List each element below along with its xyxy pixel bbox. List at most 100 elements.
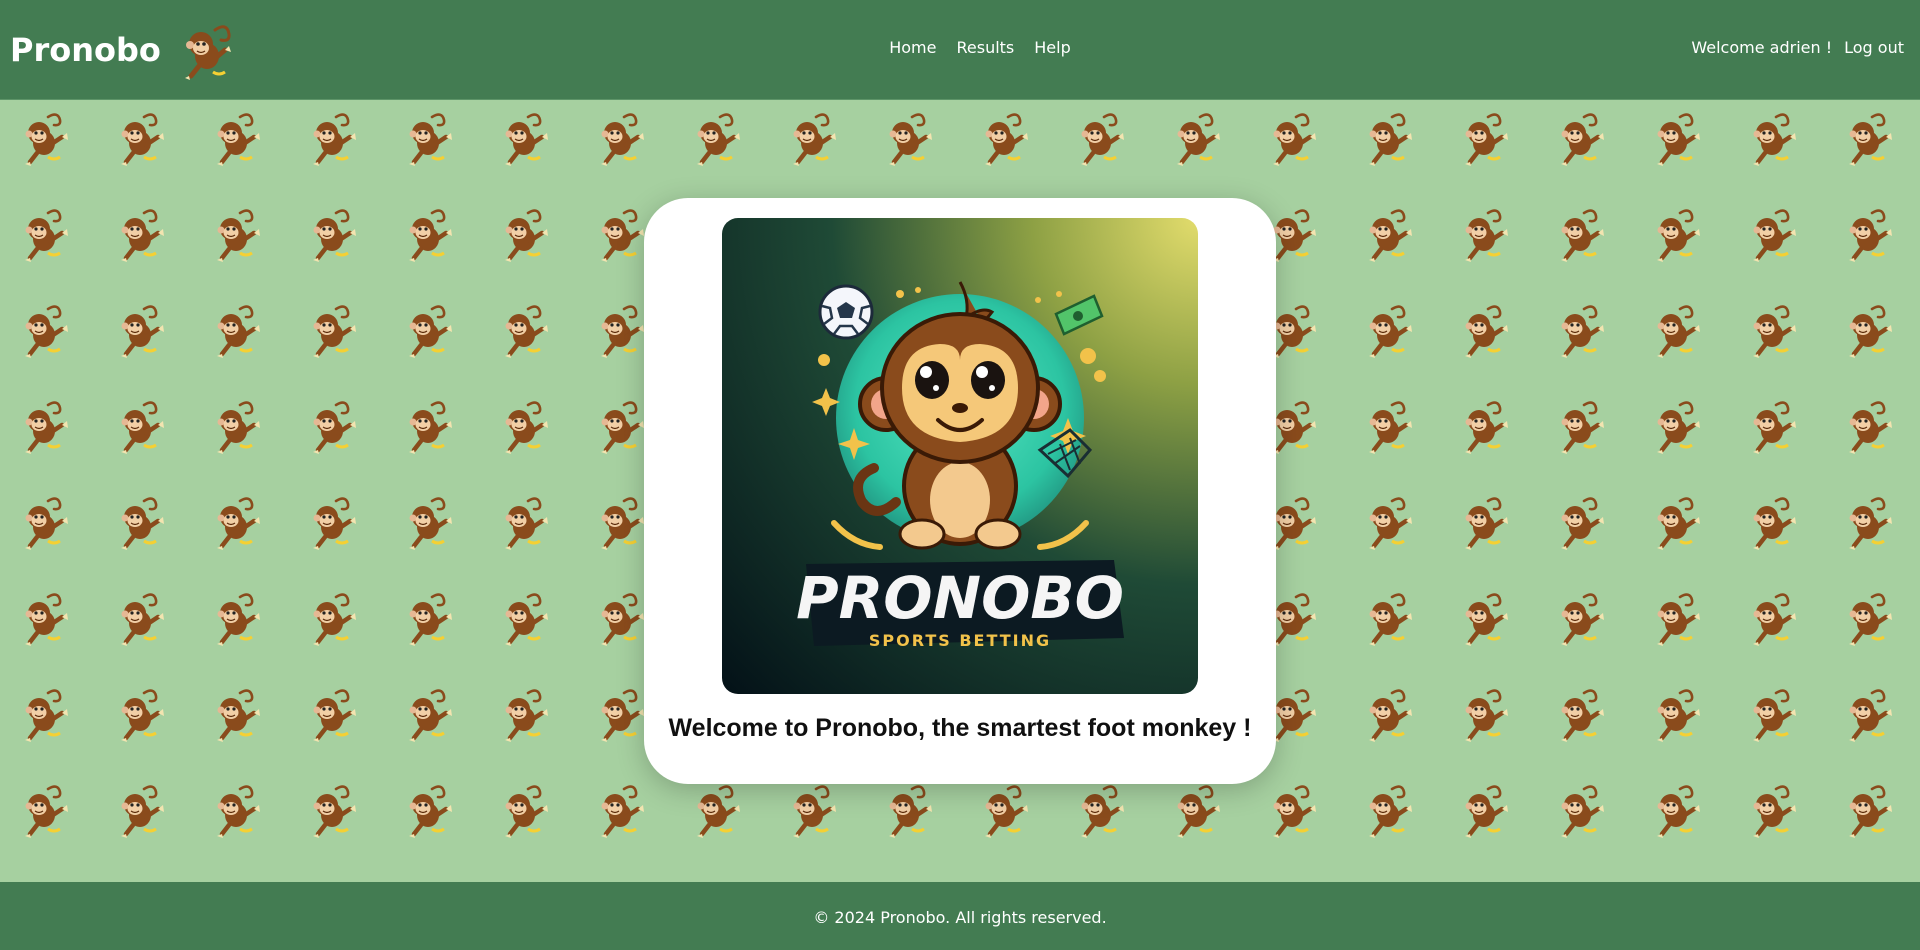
monkey-pattern-tile	[1753, 499, 1796, 550]
monkey-pattern-tile	[1273, 595, 1316, 646]
monkey-pattern-tile	[793, 115, 836, 166]
monkey-pattern-tile	[1753, 691, 1796, 742]
monkey-pattern-tile	[409, 595, 452, 646]
monkey-pattern-tile	[1849, 787, 1892, 838]
monkey-pattern-tile	[313, 499, 356, 550]
monkey-pattern-tile	[217, 691, 260, 742]
monkey-pattern-tile	[1657, 691, 1700, 742]
monkey-pattern-tile	[1753, 307, 1796, 358]
monkey-pattern-tile	[121, 307, 164, 358]
monkey-pattern-tile	[1465, 403, 1508, 454]
monkey-pattern-tile	[1369, 691, 1412, 742]
monkey-pattern-tile	[1561, 307, 1604, 358]
monkey-pattern-tile	[1561, 787, 1604, 838]
monkey-pattern-tile	[601, 499, 644, 550]
monkey-pattern-tile	[601, 595, 644, 646]
monkey-pattern-tile	[601, 403, 644, 454]
hero-logo-title: PRONOBO	[796, 564, 1124, 632]
monkey-pattern-tile	[1753, 211, 1796, 262]
monkey-pattern-tile	[1849, 403, 1892, 454]
monkey-pattern-tile	[1753, 595, 1796, 646]
monkey-pattern-tile	[1465, 211, 1508, 262]
monkey-pattern-tile	[601, 211, 644, 262]
monkey-pattern-tile	[25, 307, 68, 358]
monkey-pattern-tile	[1081, 787, 1124, 838]
monkey-pattern-tile	[409, 499, 452, 550]
monkey-pattern-tile	[121, 787, 164, 838]
monkey-pattern-tile	[25, 211, 68, 262]
monkey-pattern-tile	[1177, 115, 1220, 166]
monkey-pattern-tile	[1273, 691, 1316, 742]
monkey-pattern-tile	[409, 787, 452, 838]
nav-results-link[interactable]: Results	[956, 38, 1014, 57]
monkey-pattern-tile	[1561, 403, 1604, 454]
monkey-pattern-tile	[217, 499, 260, 550]
monkey-pattern-tile	[313, 307, 356, 358]
monkey-pattern-tile	[505, 403, 548, 454]
monkey-pattern-tile	[313, 787, 356, 838]
monkey-pattern-tile	[1273, 787, 1316, 838]
monkey-pattern-tile	[601, 787, 644, 838]
monkey-pattern-tile	[1561, 595, 1604, 646]
monkey-pattern-tile	[409, 403, 452, 454]
hero-logo-subtitle: SPORTS BETTING	[869, 631, 1051, 650]
monkey-pattern-tile	[1657, 115, 1700, 166]
soccer-ball-icon	[818, 284, 874, 340]
monkey-pattern-tile	[217, 307, 260, 358]
monkey-pattern-tile	[217, 211, 260, 262]
monkey-pattern-tile	[1369, 499, 1412, 550]
welcome-message: Welcome to Pronobo, the smartest foot mo…	[668, 714, 1252, 742]
welcome-card: PRONOBO SPORTS BETTING Welcome to Pronob…	[644, 198, 1276, 784]
monkey-pattern-tile	[409, 691, 452, 742]
monkey-pattern-tile	[313, 115, 356, 166]
monkey-pattern-tile	[505, 595, 548, 646]
monkey-pattern-tile	[889, 787, 932, 838]
top-navbar: Pronobo Home Results Help Welcome adrien…	[0, 0, 1920, 100]
pronobo-hero-logo: PRONOBO SPORTS BETTING	[722, 218, 1198, 694]
monkey-pattern-tile	[217, 787, 260, 838]
monkey-pattern-tile	[1369, 787, 1412, 838]
monkey-pattern-tile	[1465, 595, 1508, 646]
monkey-pattern-tile	[121, 211, 164, 262]
main-nav: Home Results Help	[0, 38, 1920, 57]
monkey-pattern-tile	[1657, 307, 1700, 358]
footer: © 2024 Pronobo. All rights reserved.	[0, 882, 1920, 950]
monkey-pattern-tile	[1561, 211, 1604, 262]
monkey-pattern-tile	[1369, 307, 1412, 358]
monkey-pattern-tile	[1273, 403, 1316, 454]
monkey-pattern-tile	[889, 115, 932, 166]
monkey-pattern-tile	[505, 211, 548, 262]
monkey-pattern-tile	[25, 691, 68, 742]
footer-copyright: © 2024 Pronobo. All rights reserved.	[813, 908, 1107, 927]
monkey-pattern-tile	[1465, 115, 1508, 166]
monkey-pattern-tile	[505, 499, 548, 550]
monkey-pattern-tile	[313, 403, 356, 454]
monkey-pattern-tile	[217, 403, 260, 454]
monkey-pattern-tile	[505, 787, 548, 838]
monkey-pattern-tile	[313, 211, 356, 262]
nav-help-link[interactable]: Help	[1034, 38, 1070, 57]
monkey-pattern-tile	[217, 595, 260, 646]
monkey-pattern-tile	[25, 787, 68, 838]
monkey-pattern-tile	[409, 307, 452, 358]
monkey-pattern-tile	[217, 115, 260, 166]
monkey-pattern-tile	[985, 115, 1028, 166]
monkey-pattern-tile	[1465, 499, 1508, 550]
nav-home-link[interactable]: Home	[889, 38, 936, 57]
monkey-pattern-tile	[505, 307, 548, 358]
monkey-pattern-tile	[1849, 691, 1892, 742]
monkey-pattern-tile	[121, 595, 164, 646]
monkey-pattern-tile	[1849, 211, 1892, 262]
monkey-pattern-tile	[601, 115, 644, 166]
monkey-pattern-tile	[1849, 115, 1892, 166]
monkey-pattern-tile	[1561, 499, 1604, 550]
monkey-pattern-tile	[697, 787, 740, 838]
monkey-pattern-tile	[601, 307, 644, 358]
logout-link[interactable]: Log out	[1844, 38, 1904, 57]
monkey-pattern-tile	[1369, 211, 1412, 262]
monkey-pattern-tile	[1753, 787, 1796, 838]
user-area: Welcome adrien ! Log out	[1691, 38, 1904, 57]
monkey-pattern-tile	[1753, 115, 1796, 166]
monkey-pattern-tile	[25, 595, 68, 646]
monkey-pattern-tile	[1273, 499, 1316, 550]
